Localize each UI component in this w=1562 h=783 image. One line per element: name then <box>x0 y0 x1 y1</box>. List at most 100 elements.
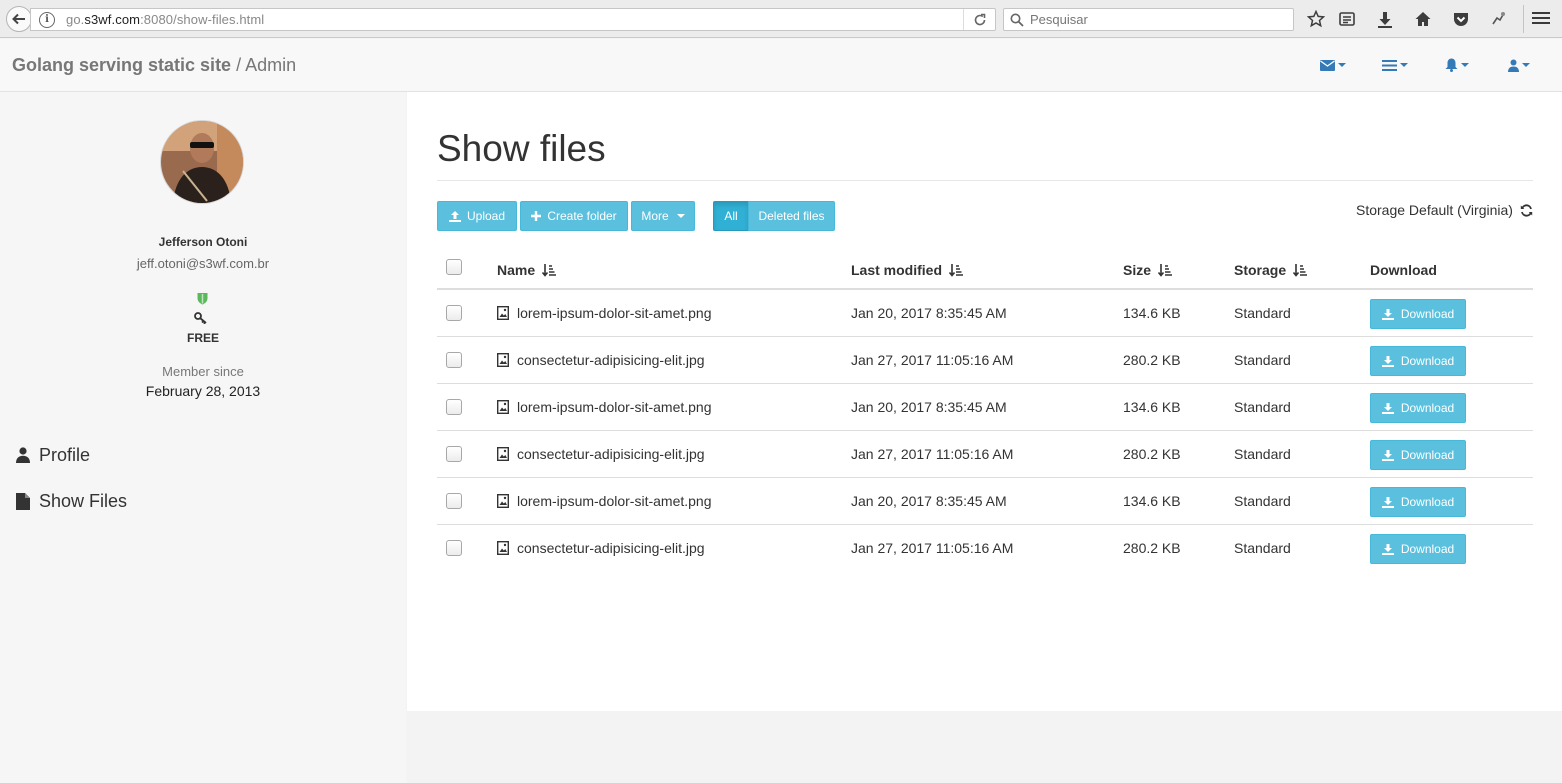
image-file-icon <box>497 353 509 367</box>
size-cell: 280.2 KB <box>1123 352 1181 368</box>
refresh-icon[interactable] <box>1520 203 1533 217</box>
file-name-cell[interactable]: consectetur-adipisicing-elit.jpg <box>497 540 705 556</box>
image-file-icon <box>497 494 509 508</box>
download-button[interactable]: Download <box>1370 534 1466 564</box>
table-row: consectetur-adipisicing-elit.jpg Jan 27,… <box>437 431 1533 478</box>
pocket-icon[interactable] <box>1451 10 1471 28</box>
download-icon <box>1381 449 1394 461</box>
storage-label: Storage Default (Virginia) <box>1356 202 1513 218</box>
download-label: Download <box>1400 542 1455 556</box>
file-name-cell[interactable]: lorem-ipsum-dolor-sit-amet.png <box>497 305 712 321</box>
row-checkbox[interactable] <box>446 540 462 556</box>
url-suffix: :8080/show-files.html <box>140 12 265 27</box>
sort-icon <box>542 263 557 277</box>
last-modified-cell: Jan 27, 2017 11:05:16 AM <box>851 446 1014 462</box>
user-dropdown[interactable] <box>1508 57 1530 73</box>
extension-icon[interactable] <box>1489 10 1509 28</box>
download-arrow-icon[interactable] <box>1375 10 1395 28</box>
home-icon[interactable] <box>1413 10 1433 28</box>
avatar <box>161 121 243 203</box>
file-name: lorem-ipsum-dolor-sit-amet.png <box>517 399 712 415</box>
download-button[interactable]: Download <box>1370 440 1466 470</box>
table-row: lorem-ipsum-dolor-sit-amet.png Jan 20, 2… <box>437 384 1533 431</box>
file-name-cell[interactable]: lorem-ipsum-dolor-sit-amet.png <box>497 399 712 415</box>
image-file-icon <box>497 541 509 555</box>
download-button[interactable]: Download <box>1370 487 1466 517</box>
download-header: Download <box>1370 262 1437 278</box>
alerts-dropdown[interactable] <box>1445 57 1469 73</box>
image-file-icon <box>497 447 509 461</box>
sidebar-item-profile[interactable]: Profile <box>16 443 90 467</box>
toolbar-separator <box>1523 5 1524 33</box>
info-icon[interactable]: i <box>39 11 55 28</box>
page-title: Show files <box>437 128 606 169</box>
url-text[interactable]: go.s3wf.com:8080/show-files.html <box>66 12 264 27</box>
download-button[interactable]: Download <box>1370 393 1466 423</box>
download-icon <box>1381 496 1394 508</box>
row-checkbox[interactable] <box>446 399 462 415</box>
url-prefix: go. <box>66 12 85 27</box>
download-button[interactable]: Download <box>1370 346 1466 376</box>
size-cell: 134.6 KB <box>1123 493 1181 509</box>
filter-all-button[interactable]: All <box>713 201 749 231</box>
last-modified-cell: Jan 20, 2017 8:35:45 AM <box>851 493 1007 509</box>
size-cell: 134.6 KB <box>1123 399 1181 415</box>
more-label: More <box>641 209 669 223</box>
back-button[interactable] <box>6 6 32 32</box>
search-input[interactable]: Pesquisar <box>1003 8 1294 31</box>
brand-suffix: / Admin <box>231 55 297 75</box>
download-label: Download <box>1400 401 1455 415</box>
create-folder-label: Create folder <box>547 209 617 223</box>
storage-cell: Standard <box>1234 446 1291 462</box>
hamburger-menu-icon[interactable] <box>1532 12 1550 26</box>
row-checkbox[interactable] <box>446 446 462 462</box>
search-placeholder: Pesquisar <box>1030 12 1088 27</box>
file-name-cell[interactable]: consectetur-adipisicing-elit.jpg <box>497 352 705 368</box>
download-label: Download <box>1400 307 1455 321</box>
url-domain: s3wf.com <box>84 12 141 27</box>
brand[interactable]: Golang serving static site / Admin <box>12 55 296 76</box>
row-checkbox[interactable] <box>446 493 462 509</box>
app-navbar: Golang serving static site / Admin <box>0 39 1562 92</box>
row-checkbox[interactable] <box>446 352 462 368</box>
table-row: consectetur-adipisicing-elit.jpg Jan 27,… <box>437 525 1533 572</box>
bookmark-star-icon[interactable] <box>1306 10 1326 28</box>
reload-button[interactable] <box>963 9 995 30</box>
chevron-down-icon <box>1338 63 1346 67</box>
filter-deleted-button[interactable]: Deleted files <box>748 201 835 231</box>
tasks-dropdown[interactable] <box>1382 57 1408 73</box>
sort-name-header[interactable]: Name <box>497 262 557 278</box>
file-name: consectetur-adipisicing-elit.jpg <box>517 352 705 368</box>
download-button[interactable]: Download <box>1370 299 1466 329</box>
url-bar[interactable]: i go.s3wf.com:8080/show-files.html <box>30 8 996 31</box>
file-name: lorem-ipsum-dolor-sit-amet.png <box>517 493 712 509</box>
file-name-cell[interactable]: lorem-ipsum-dolor-sit-amet.png <box>497 493 712 509</box>
messages-dropdown[interactable] <box>1320 57 1346 73</box>
storage-cell: Standard <box>1234 305 1291 321</box>
file-icon <box>16 492 30 510</box>
chevron-down-icon <box>676 214 685 218</box>
select-all-checkbox[interactable] <box>446 259 462 275</box>
sort-storage-header[interactable]: Storage <box>1234 262 1308 278</box>
storage-header-label: Storage <box>1234 262 1287 278</box>
create-folder-button[interactable]: Create folder <box>520 201 628 231</box>
file-name-cell[interactable]: consectetur-adipisicing-elit.jpg <box>497 446 705 462</box>
reading-list-icon[interactable] <box>1337 10 1357 28</box>
more-dropdown-button[interactable]: More <box>631 201 695 231</box>
sidebar-item-show-files[interactable]: Show Files <box>16 489 127 513</box>
image-file-icon <box>497 400 509 414</box>
chevron-down-icon <box>1461 63 1469 67</box>
brand-title: Golang serving static site <box>12 55 232 75</box>
bell-icon <box>1445 58 1458 72</box>
row-checkbox[interactable] <box>446 305 462 321</box>
last-modified-cell: Jan 27, 2017 11:05:16 AM <box>851 352 1014 368</box>
list-icon <box>1382 59 1397 71</box>
sidebar-item-label: Profile <box>39 444 91 465</box>
sort-size-header[interactable]: Size <box>1123 262 1173 278</box>
arrow-left-icon <box>12 13 25 25</box>
sort-last-modified-header[interactable]: Last modified <box>851 262 964 278</box>
upload-button[interactable]: Upload <box>437 201 517 231</box>
browser-toolbar: i go.s3wf.com:8080/show-files.html Pesqu… <box>0 0 1562 38</box>
sort-icon <box>1158 263 1173 277</box>
download-icon <box>1381 308 1394 320</box>
